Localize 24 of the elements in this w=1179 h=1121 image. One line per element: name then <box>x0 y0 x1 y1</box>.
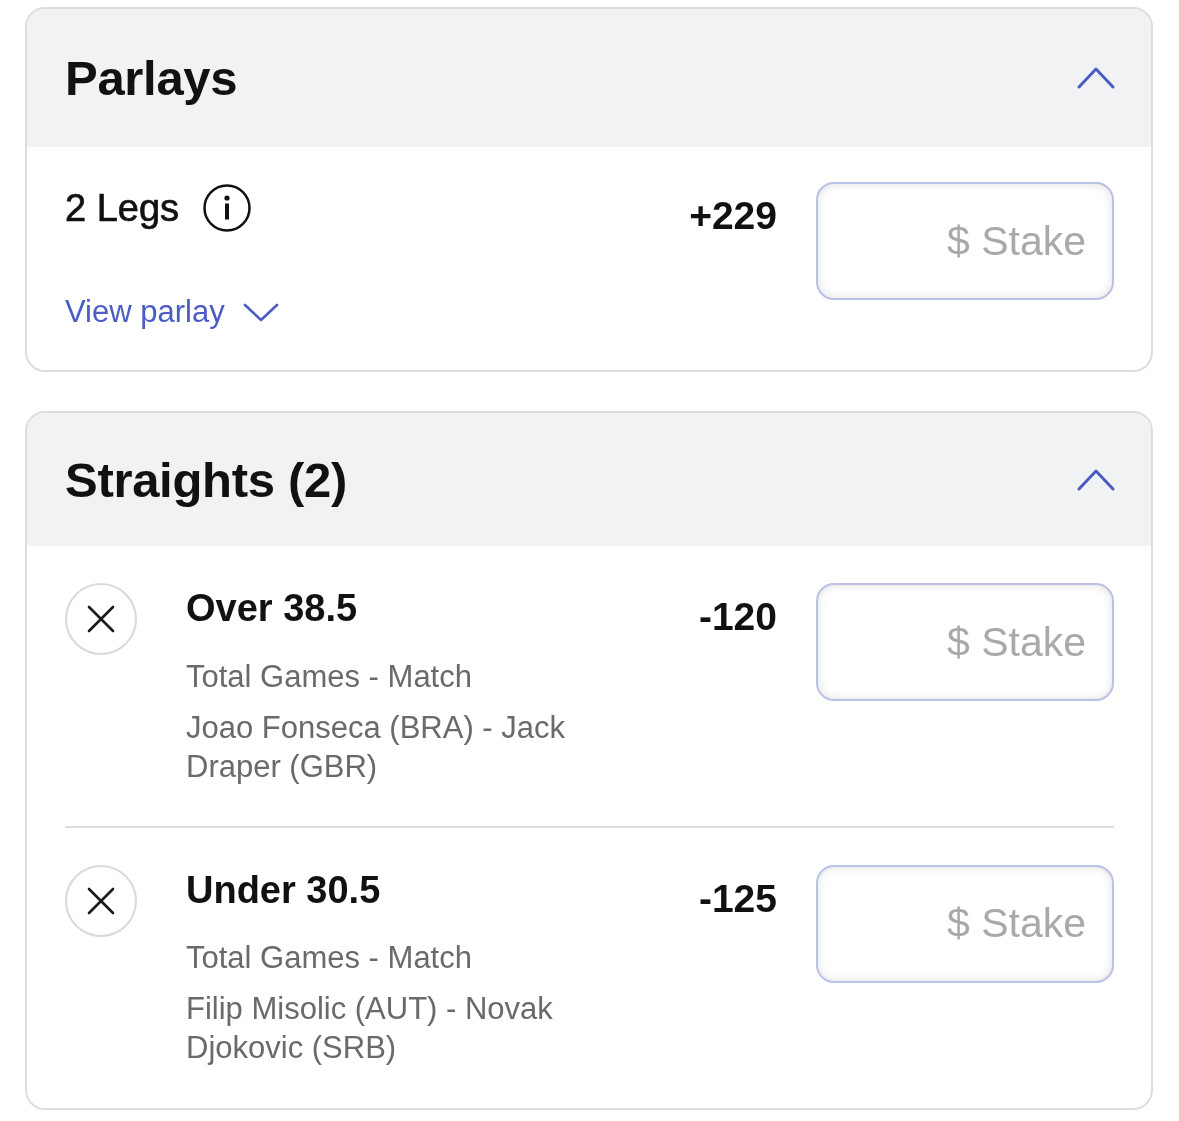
view-parlay-link[interactable]: View parlay <box>65 294 279 330</box>
chevron-up-icon[interactable] <box>1077 468 1115 491</box>
bet-selection: Over 38.5 <box>186 587 358 631</box>
bet-selection: Under 30.5 <box>186 868 381 913</box>
market-name: Total Games - Match <box>186 657 472 696</box>
section-title: Parlays <box>65 50 238 106</box>
odds-text: -125 <box>698 878 777 918</box>
odds-text: -120 <box>698 597 777 636</box>
chevron-up-icon[interactable] <box>1077 67 1115 89</box>
odds-text: +229 <box>689 196 777 235</box>
section-title: Straights (2) <box>65 451 347 508</box>
close-icon <box>87 886 115 915</box>
info-icon[interactable] <box>203 184 252 232</box>
stake-field[interactable]: $ Stake <box>816 182 1114 300</box>
card-header[interactable]: Straights (2) <box>27 413 1151 546</box>
legs-label: 2 Legs <box>65 186 180 230</box>
matchup-text: Joao Fonseca (BRA) - Jack Draper (GBR) <box>186 708 567 786</box>
matchup-text: Filip Misolic (AUT) - Novak Djokovic (SRB) <box>186 990 554 1068</box>
stake-field[interactable]: $ Stake <box>816 864 1114 983</box>
market-name: Total Games - Match <box>186 939 472 978</box>
chevron-down-icon[interactable] <box>242 302 279 322</box>
card-header[interactable]: Parlays <box>27 9 1151 147</box>
close-icon <box>87 605 115 633</box>
stake-field[interactable]: $ Stake <box>816 583 1114 701</box>
